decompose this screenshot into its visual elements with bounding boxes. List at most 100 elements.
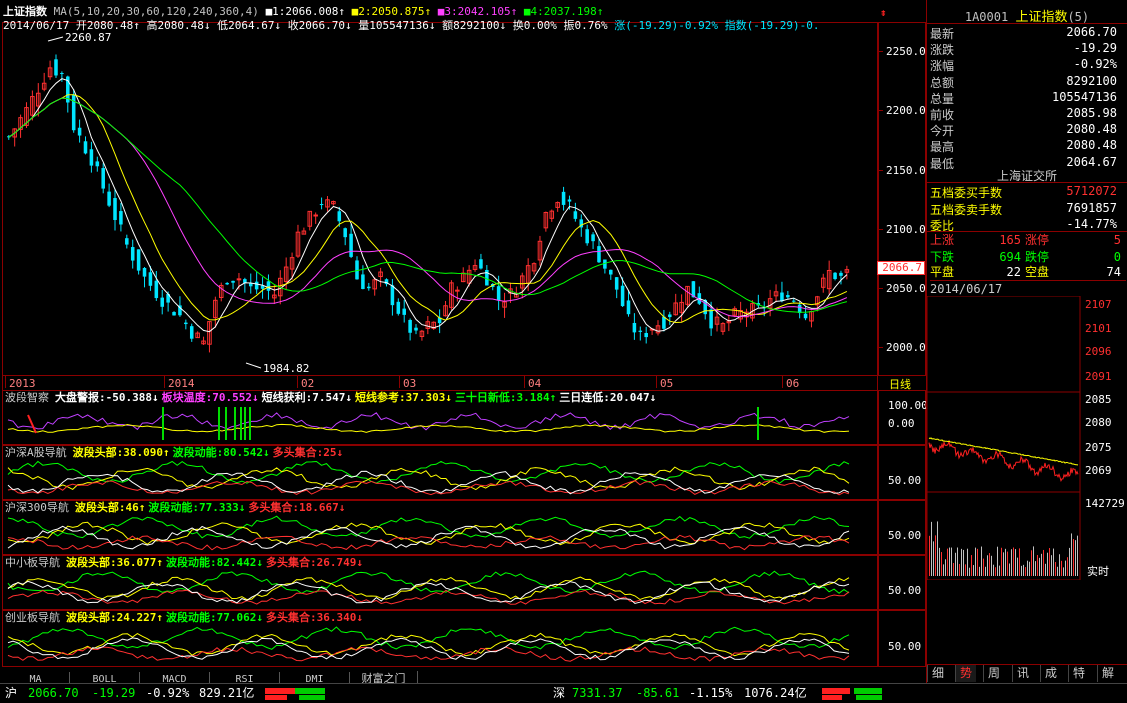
candle-down: [573, 211, 578, 219]
candle-down: [479, 259, 483, 269]
quote-row: 最高 2080.48: [927, 137, 1123, 154]
intraday-volume-bar: [1023, 564, 1024, 576]
candle-down: [266, 281, 271, 291]
flat-label: 平盘: [930, 265, 955, 279]
low-signal-bar: [225, 407, 227, 440]
tab-detail[interactable]: 细: [927, 665, 948, 682]
intraday-volume-bar: [977, 548, 978, 576]
intraday-tick-down: 2075: [1085, 441, 1112, 454]
tab-explain[interactable]: 解: [1097, 665, 1118, 682]
candle-down: [107, 191, 111, 206]
price-tick-mark: [879, 288, 883, 289]
candle-down: [130, 247, 135, 261]
orderbook-table: 五档委买手数 5712072 五档委卖手数 7691857 委比 -14.77%: [927, 182, 1127, 233]
intraday-tick-down: 2085: [1085, 393, 1112, 406]
intraday-frame: [927, 296, 1081, 580]
tab-news[interactable]: 讯: [1012, 665, 1033, 682]
intraday-volume-bar: [1001, 547, 1002, 576]
candle-down: [591, 234, 595, 242]
up-label: 上涨: [930, 233, 955, 247]
chart-header: 上证指数 MA(5,10,20,30,60,120,240,360,4) ■1:…: [3, 5, 603, 18]
candle-down: [803, 313, 808, 319]
candle-up: [236, 278, 242, 281]
intraday-volume-bar: [1007, 551, 1008, 576]
red-menu-icon[interactable]: ⇟: [880, 7, 890, 18]
right-panel: 1A0001 上证指数(5) 最新 2066.70 涨跌 -19.29 涨幅 -0.92%…: [926, 0, 1127, 683]
tab-trend[interactable]: 势: [955, 665, 976, 682]
ma3-value: ■3:2042.105↑: [437, 5, 518, 18]
intraday-volume-bar: [1027, 560, 1028, 576]
indicator-series-3: [7, 580, 850, 604]
indicator-tick: 100.00: [888, 399, 928, 412]
candle-down: [148, 272, 153, 286]
intraday-volume-bar: [1065, 560, 1066, 576]
intraday-volume-bar: [969, 567, 970, 576]
quote-close: 收2066.70↓: [287, 19, 352, 32]
breadth-table: 上涨 165 涨停 5 下跌 694 跌停 0 平盘 22 空盘 74: [927, 231, 1127, 281]
intraday-volume-bar: [1019, 548, 1020, 576]
intraday-volume-bar: [1029, 561, 1030, 576]
indicator-series-1: [7, 466, 850, 491]
intraday-volume-bar: [973, 565, 974, 576]
quote-value: -19.29: [1073, 41, 1117, 56]
intraday-chart[interactable]: 2107 2101 2096 2091 2085 2080 2075 2069 142729 实时: [927, 296, 1127, 580]
intraday-volume-bar: [1015, 549, 1016, 576]
intraday-volume-bar: [1021, 565, 1022, 576]
low-signal-bar: [162, 407, 164, 440]
candle-down: [77, 127, 82, 136]
intraday-volume-bar: [1035, 561, 1036, 576]
candle-down: [668, 314, 672, 318]
candle-down: [136, 249, 141, 271]
empty-label: 空盘: [1025, 265, 1050, 279]
candle-down: [361, 274, 365, 289]
intraday-volume-bar: [945, 559, 946, 576]
intraday-volume-bar: [1071, 533, 1072, 576]
date-tick: 2013: [9, 377, 36, 390]
candle-up: [313, 214, 318, 217]
intraday-volume-bar: [1051, 555, 1052, 576]
intraday-volume-bar: [953, 562, 954, 576]
low-signal-bar: [249, 407, 251, 440]
indicator-axis-3: [878, 555, 926, 610]
orderbook-key: 五档委买手数: [930, 186, 1003, 200]
ma5-line: [8, 78, 848, 333]
price-tick: 2000.0: [886, 341, 926, 354]
intraday-volume-bar: [987, 555, 988, 576]
limit-up-count: 5: [1113, 233, 1121, 247]
date-tick: 03: [403, 377, 417, 390]
candle-down: [786, 295, 790, 298]
candle-down: [119, 211, 123, 225]
price-tick-mark: [879, 170, 883, 171]
intraday-volume-bar: [931, 521, 932, 576]
indicator-tick: 0.00: [888, 417, 915, 430]
intraday-volume-bar: [997, 546, 998, 576]
price-axis: 2250.0 2200.0 2150.0 2100.0 2050.0 2000.0: [879, 22, 926, 376]
candle-down: [349, 233, 353, 257]
ohlc-line: 2014/06/17 开2080.48↑ 高2080.48↓ 低2064.67↓…: [3, 19, 819, 32]
tab-special[interactable]: 特: [1068, 665, 1089, 682]
quote-amount: 额8292100↓: [442, 19, 507, 32]
tab-week[interactable]: 周: [983, 665, 1004, 682]
kline-chart[interactable]: 2260.87 1984.82: [3, 33, 877, 376]
high-marker-label: 2260.87: [65, 33, 111, 44]
candle-down: [337, 211, 342, 222]
date-tick-mark: [782, 376, 783, 388]
date-tick-mark: [656, 376, 657, 388]
indicator-series-0: [7, 460, 850, 485]
low-marker-line: [245, 362, 262, 369]
limit-down-label: 跌停: [1025, 250, 1050, 264]
indicator-lines-4: [7, 626, 850, 662]
candle-down: [839, 272, 843, 276]
sz-change: -85.61: [636, 686, 680, 700]
candle-down: [609, 269, 613, 275]
tab-deal[interactable]: 成: [1040, 665, 1061, 682]
candle-down: [95, 161, 100, 167]
last-price-tag: 2066.7: [877, 261, 925, 275]
candle-down: [620, 285, 625, 307]
candle-up: [455, 289, 460, 292]
intraday-volume-bar: [965, 564, 966, 576]
intraday-volume-bar: [1077, 535, 1078, 576]
reference-line: [7, 423, 850, 433]
quote-table: 最新 2066.70 涨跌 -19.29 涨幅 -0.92% 总额 8292100 总量 1055…: [927, 23, 1127, 171]
intraday-volume-bar: [961, 548, 962, 576]
